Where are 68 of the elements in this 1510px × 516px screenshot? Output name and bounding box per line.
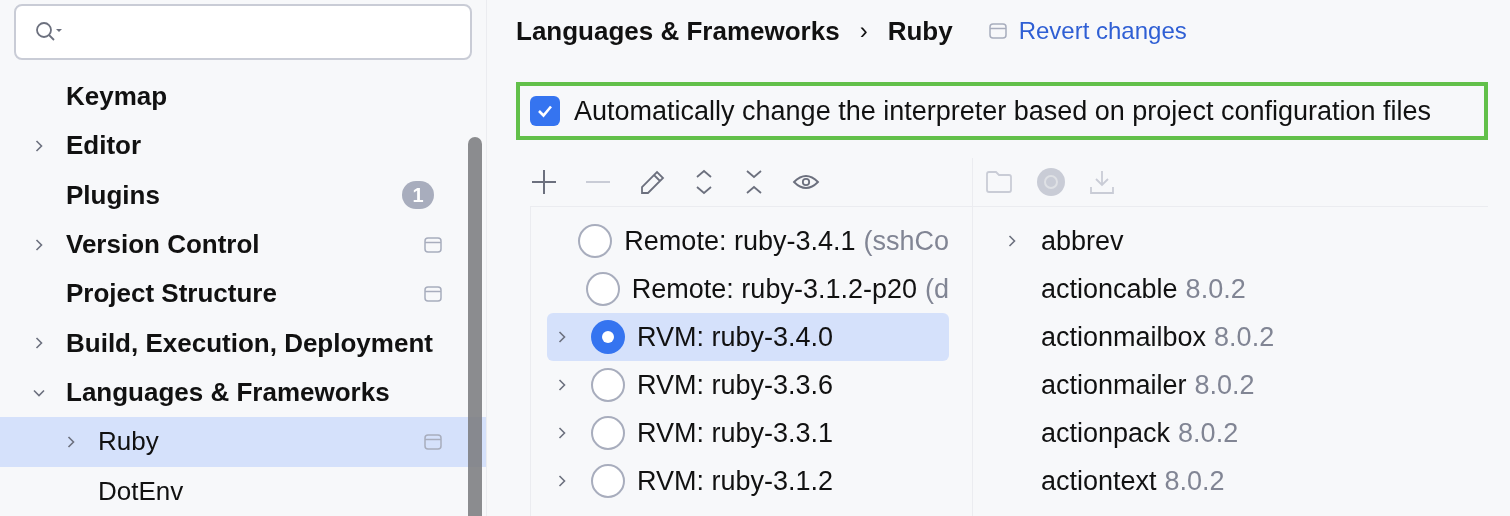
gem-version: 8.0.2 — [1185, 272, 1246, 306]
checkbox-label: Automatically change the interpreter based on project configuration files — [574, 94, 1431, 128]
checkbox[interactable] — [530, 96, 560, 126]
sidebar-item[interactable]: Editor — [0, 121, 486, 171]
sidebar-label: DotEnv — [98, 474, 184, 508]
radio-button[interactable] — [591, 368, 625, 402]
sidebar-label: Build, Execution, Deployment — [66, 326, 433, 360]
gem-version: 8.0.2 — [1178, 416, 1239, 450]
gem-version: 8.0.2 — [1194, 368, 1255, 402]
search-field[interactable] — [14, 4, 472, 60]
gem-row[interactable]: actioncable 8.0.2 — [973, 265, 1488, 313]
sidebar-label: Languages & Frameworks — [66, 376, 390, 410]
gem-row[interactable]: actiontext 8.0.2 — [973, 457, 1488, 505]
sidebar-item[interactable]: Ruby — [0, 417, 486, 467]
sidebar-label: Project Structure — [66, 277, 277, 311]
pencil-icon[interactable] — [638, 168, 666, 196]
count-badge: 1 — [402, 181, 434, 210]
breadcrumb-current: Ruby — [887, 14, 953, 48]
gem-row[interactable]: abbrev — [973, 217, 1488, 265]
gem-row[interactable]: actionpack 8.0.2 — [973, 409, 1488, 457]
breadcrumb-parent[interactable]: Languages & Frameworks — [516, 11, 840, 51]
gem-name: actioncable — [1041, 272, 1178, 306]
sidebar-item[interactable]: Project Structure — [0, 269, 486, 319]
sidebar-label: Editor — [66, 129, 142, 163]
radio-button[interactable] — [591, 320, 625, 354]
sidebar-label: Plugins — [66, 178, 160, 212]
gem-row[interactable]: actionmailbox 8.0.2 — [973, 313, 1488, 361]
gem-version: 8.0.2 — [1164, 464, 1225, 498]
interpreter-detail: (d — [925, 272, 949, 306]
interpreter-detail: (sshCo — [863, 224, 949, 258]
gem-name: abbrev — [1041, 224, 1124, 258]
eye-icon[interactable] — [792, 172, 820, 192]
gem-name: actionmailer — [1041, 368, 1187, 402]
interpreter-row[interactable]: RVM: ruby-3.3.6 — [547, 361, 949, 409]
interpreter-name: RVM: ruby-3.3.6 — [637, 368, 834, 402]
interpreter-name: Remote: ruby-3.1.2-p20 — [631, 272, 917, 306]
interpreter-row[interactable]: Remote: ruby-3.4.1 (sshCo — [547, 217, 949, 265]
interpreter-name: Remote: ruby-3.4.1 — [624, 224, 856, 258]
sidebar-label: Keymap — [66, 80, 168, 114]
sidebar-label: Ruby — [98, 425, 159, 459]
interpreter-name: RVM: ruby-3.4.0 — [637, 320, 834, 354]
radio-button[interactable] — [591, 416, 625, 450]
interpreter-row[interactable]: Remote: ruby-3.1.2-p20 (d — [547, 265, 949, 313]
sidebar-item[interactable]: Languages & Frameworks — [0, 367, 486, 418]
gem-name: actiontext — [1041, 464, 1157, 498]
gem-version: 8.0.2 — [1214, 320, 1275, 354]
sidebar-item[interactable]: Build, Execution, Deployment — [0, 318, 486, 368]
revert-changes-link[interactable]: Revert changes — [1018, 13, 1187, 49]
radio-button[interactable] — [591, 464, 625, 498]
radio-button[interactable] — [578, 224, 613, 258]
add-icon[interactable] — [530, 168, 558, 196]
gem-name: actionmailbox — [1041, 320, 1207, 354]
sidebar-item[interactable]: DotEnv — [0, 466, 486, 516]
window-icon — [988, 23, 1007, 39]
sidebar-item[interactable]: Version Control — [0, 220, 486, 270]
interpreter-row[interactable]: RVM: ruby-3.4.0 — [547, 313, 949, 361]
gem-name: actionpack — [1041, 416, 1171, 450]
interpreter-row[interactable]: RVM: ruby-3.3.1 — [547, 409, 949, 457]
breadcrumb-separator: › — [859, 16, 868, 46]
gem-row[interactable]: actionmailer 8.0.2 — [973, 361, 1488, 409]
interpreter-name: RVM: ruby-3.3.1 — [637, 416, 834, 450]
interpreter-name: RVM: ruby-3.1.2 — [637, 464, 834, 498]
sidebar-label: Version Control — [66, 228, 260, 262]
scrollbar[interactable] — [468, 137, 482, 516]
sidebar-item[interactable]: Plugins 1 — [0, 170, 486, 220]
sidebar-item[interactable]: Keymap — [0, 72, 486, 122]
radio-button[interactable] — [585, 272, 620, 306]
interpreter-row[interactable]: RVM: ruby-3.1.2 — [547, 457, 949, 505]
